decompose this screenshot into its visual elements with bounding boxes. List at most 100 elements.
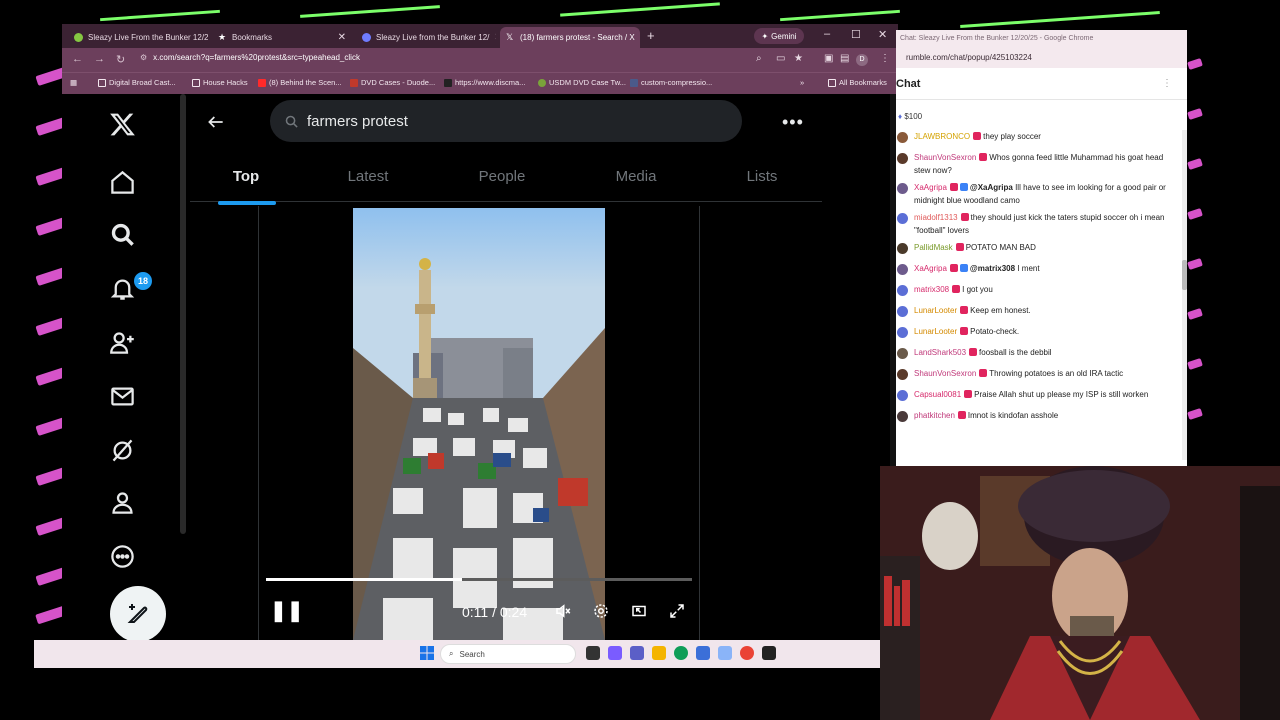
chat-mention[interactable]: @XaAgripa (970, 183, 1013, 192)
chat-username[interactable]: matrix308 (914, 285, 949, 294)
chat-menu-icon[interactable]: ⋮ (1162, 78, 1172, 89)
messages-icon[interactable] (106, 380, 138, 412)
chat-mention[interactable]: @matrix308 (970, 264, 1015, 273)
tab-top[interactable]: Top (233, 168, 259, 185)
chat-username[interactable]: JLAWBRONCO (914, 132, 970, 141)
back-icon[interactable]: ← (72, 53, 83, 65)
notifications-bell-icon[interactable] (106, 272, 138, 304)
cast-icon[interactable]: ▭ (776, 53, 785, 64)
follow-icon[interactable] (106, 326, 138, 358)
video-player[interactable] (353, 208, 605, 640)
user-avatar[interactable] (897, 213, 908, 224)
app-icon[interactable] (718, 646, 732, 660)
bookmark-item[interactable]: DVD Cases - Duode... (350, 78, 435, 87)
chat-username[interactable]: XaAgripa (914, 183, 947, 192)
tab-people[interactable]: People (479, 168, 526, 185)
profile-avatar[interactable]: D (856, 54, 868, 66)
mute-icon[interactable] (554, 602, 572, 625)
chat-username[interactable]: XaAgripa (914, 264, 947, 273)
browser-tab-active[interactable]: 𝕏 (18) farmers protest - Search / X ✕ (500, 27, 640, 48)
taskbar-search[interactable]: ⌕ Search (440, 644, 576, 664)
obs-icon[interactable] (762, 646, 776, 660)
post-button[interactable] (110, 586, 166, 640)
bookmarks-overflow-icon[interactable]: » (800, 78, 804, 87)
window-close-icon[interactable]: ✕ (878, 28, 887, 41)
store-icon[interactable] (696, 646, 710, 660)
url-field[interactable]: ⚙ x.com/search?q=farmers%20protest&src=ty… (140, 53, 360, 62)
forward-icon[interactable]: → (94, 53, 105, 65)
chat-username[interactable]: miadolf1313 (914, 213, 958, 222)
edge-icon[interactable] (674, 646, 688, 660)
browser-tab-1[interactable]: Sleazy Live From the Bunker 12/2 ✕ (68, 27, 208, 48)
user-avatar[interactable] (897, 327, 908, 338)
chat-username[interactable]: phatkitchen (914, 411, 955, 420)
maximize-icon[interactable]: ☐ (851, 28, 861, 41)
extensions-icon[interactable]: ▤ (840, 53, 849, 64)
user-avatar[interactable] (897, 264, 908, 275)
user-avatar[interactable] (897, 369, 908, 380)
more-options-icon[interactable]: ••• (782, 112, 804, 133)
user-avatar[interactable] (897, 132, 908, 143)
user-avatar[interactable] (897, 306, 908, 317)
more-circle-icon[interactable] (106, 540, 138, 572)
bookmark-item[interactable]: USDM DVD Case Tw... (538, 78, 626, 87)
file-explorer-icon[interactable] (652, 646, 666, 660)
copilot-icon[interactable] (608, 646, 622, 660)
teams-icon[interactable] (630, 646, 644, 660)
chat-url[interactable]: rumble.com/chat/popup/425103224 (896, 48, 1187, 68)
gemini-button[interactable]: ✦ Gemini (754, 28, 804, 44)
chat-username[interactable]: ShaunVonSexron (914, 153, 976, 162)
video-progress-bar[interactable] (266, 578, 692, 581)
reload-icon[interactable]: ↻ (116, 53, 125, 66)
user-avatar[interactable] (897, 243, 908, 254)
profile-icon[interactable] (106, 486, 138, 518)
close-icon[interactable]: ✕ (338, 32, 346, 43)
bookmark-star-icon[interactable]: ★ (794, 53, 803, 64)
x-logo-icon[interactable] (106, 108, 138, 140)
bookmark-item[interactable]: custom-compressio... (630, 78, 712, 87)
chat-username[interactable]: Capsual0081 (914, 390, 961, 399)
all-bookmarks[interactable]: All Bookmarks (828, 78, 887, 87)
sidebar-scrollbar[interactable] (180, 94, 186, 534)
tab-latest[interactable]: Latest (348, 168, 389, 185)
close-icon[interactable]: ✕ (494, 32, 496, 43)
windows-start-icon[interactable] (420, 646, 434, 660)
apps-icon[interactable]: ▦ (70, 78, 77, 87)
tip-bar[interactable]: ♦ $100 (898, 112, 922, 121)
fullscreen-icon[interactable] (668, 602, 686, 625)
browser-tab-2[interactable]: ★ Bookmarks ✕ (212, 27, 352, 48)
chat-username[interactable]: PallidMask (914, 243, 953, 252)
bookmark-item[interactable]: (8) Behind the Scen... (258, 78, 342, 87)
pause-icon[interactable]: ❚❚ (270, 598, 304, 623)
search-input[interactable]: farmers protest (270, 100, 742, 142)
bookmark-item[interactable]: https://www.discma... (444, 78, 525, 87)
chat-username[interactable]: LunarLooter (914, 306, 957, 315)
task-view-icon[interactable] (586, 646, 600, 660)
user-avatar[interactable] (897, 348, 908, 359)
tab-media[interactable]: Media (616, 168, 657, 185)
user-avatar[interactable] (897, 153, 908, 164)
grok-icon[interactable] (106, 434, 138, 466)
browser-tab-3[interactable]: Sleazy Live from the Bunker 12/ ✕ (356, 27, 496, 48)
tab-lists[interactable]: Lists (747, 168, 778, 185)
user-avatar[interactable] (897, 390, 908, 401)
chat-username[interactable]: LunarLooter (914, 327, 957, 336)
kebab-menu-icon[interactable]: ⋮ (880, 53, 890, 64)
zoom-icon[interactable]: ⌕ (756, 53, 762, 64)
chrome-icon[interactable] (740, 646, 754, 660)
home-icon[interactable] (106, 166, 138, 198)
user-avatar[interactable] (897, 183, 908, 194)
user-avatar[interactable] (897, 285, 908, 296)
chat-username[interactable]: LandShark503 (914, 348, 966, 357)
new-tab-button[interactable]: + (647, 28, 655, 43)
picture-in-picture-icon[interactable] (630, 602, 648, 625)
chat-scrollbar[interactable] (1182, 130, 1187, 460)
chat-username[interactable]: ShaunVonSexron (914, 369, 976, 378)
minimize-icon[interactable]: – (824, 28, 830, 40)
settings-gear-icon[interactable] (592, 602, 610, 625)
user-avatar[interactable] (897, 411, 908, 422)
search-icon[interactable] (106, 218, 138, 250)
site-info-icon[interactable]: ⚙ (140, 53, 147, 62)
bookmark-item[interactable]: Digital Broad Cast... (98, 78, 176, 87)
sidepanel-icon[interactable]: ▣ (824, 53, 833, 64)
